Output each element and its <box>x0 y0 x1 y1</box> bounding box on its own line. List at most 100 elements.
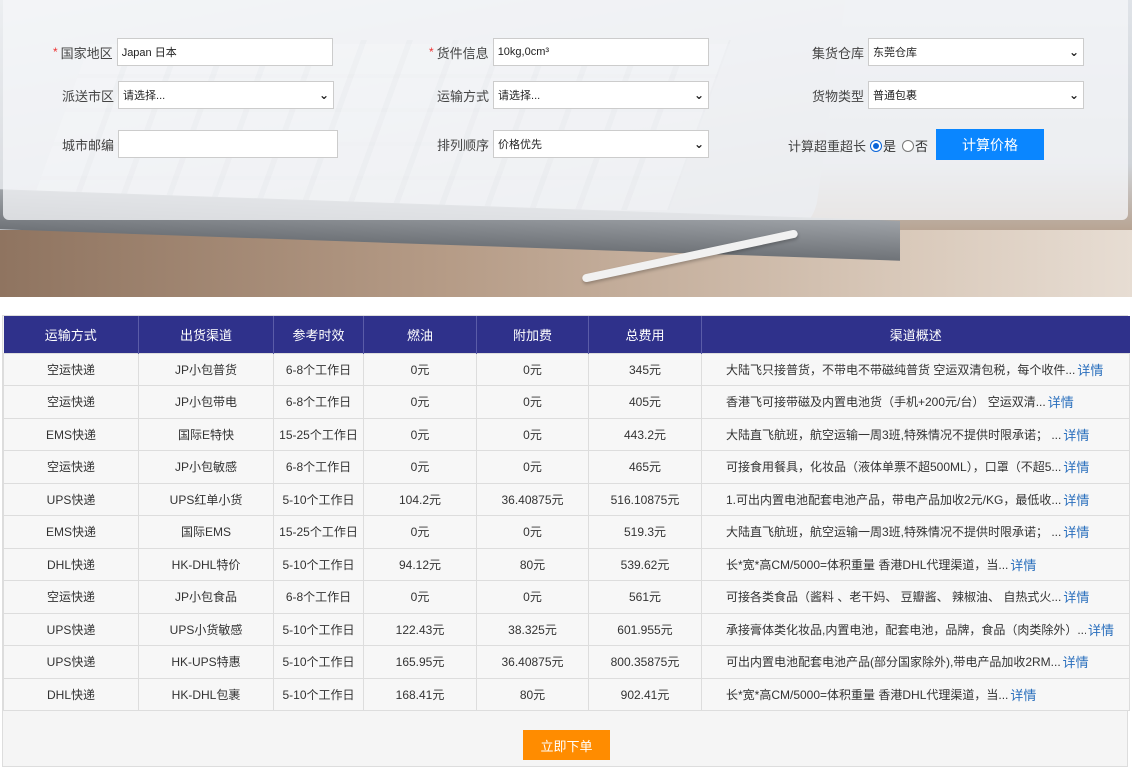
total-cell: 443.2元 <box>588 417 702 451</box>
total-cell: 902.41元 <box>588 677 702 711</box>
sort-value: 价格优先 <box>498 139 543 151</box>
cargo-field: * 货件信息 10kg,0cm³ <box>429 38 709 66</box>
channel-cell: HK-UPS特惠 <box>138 645 274 679</box>
fuel-cell: 122.43元 <box>363 612 477 646</box>
channel-cell: HK-DHL特价 <box>138 547 274 581</box>
transport-cell: 空运快递 <box>3 385 139 419</box>
details-link[interactable]: 详情 <box>1010 688 1036 703</box>
channel-description-cell: 香港飞可接带磁及内置电池货（手机+200元/台） 空运双清... 详情 <box>701 385 1130 419</box>
table-body: 空运快递 JP小包普货 6-8个工作日 0元 0元 345元 大陆飞只接普货，不带电不带磁纯… <box>3 352 1130 711</box>
channel-description-text: 可接各类食品（酱料 、老干妈、 豆瓣酱、 辣椒油、 自热式火... <box>726 590 1062 605</box>
channel-description-text: 香港飞可接带磁及内置电池货（手机+200元/台） 空运双清... <box>726 395 1046 410</box>
channel-description-cell: 长*宽*高CM/5000=体积重量 香港DHL代理渠道，当... 详情 <box>701 547 1130 581</box>
warehouse-select[interactable]: 东莞仓库 ⌄ <box>868 38 1085 66</box>
city-select[interactable]: 请选择... ⌄ <box>118 81 335 109</box>
channel-description-cell: 承接膏体类化妆品,内置电池，配套电池，品牌，食品（肉类除外）...详情 <box>701 612 1130 646</box>
details-link[interactable]: 详情 <box>1010 558 1036 573</box>
fuel-cell: 0元 <box>363 515 477 549</box>
country-input[interactable]: Japan 日本 <box>116 38 333 66</box>
transport-cell: DHL快递 <box>3 547 139 581</box>
oversize-no-radio[interactable]: 否 <box>902 136 928 155</box>
table-row: EMS快递 国际E特快 15-25个工作日 0元 0元 443.2元 大陆直飞航班，航空运输… <box>3 417 1130 451</box>
total-cell: 519.3元 <box>588 515 702 549</box>
details-link[interactable]: 详情 <box>1063 525 1089 540</box>
fuel-cell: 0元 <box>363 450 477 484</box>
channel-cell: JP小包敏感 <box>138 450 274 484</box>
channel-description-cell: 可接食用餐具，化妆品（液体单票不超500ML），口罩（不超5... 详情 <box>701 450 1130 484</box>
sort-field: 排列顺序 价格优先 ⌄ <box>437 130 710 158</box>
column-header: 附加费 <box>476 316 589 353</box>
city-value: 请选择... <box>123 90 166 102</box>
results-table-wrapper: 运输方式 出货渠道 参考时效 燃油 附加费 总费用 渠道概述 空运快递 JP小包普… <box>2 315 1130 767</box>
transport-value: 请选择... <box>498 90 541 102</box>
fuel-cell: 165.95元 <box>363 645 477 679</box>
transit-time-cell: 5-10个工作日 <box>273 547 364 581</box>
chevron-down-icon: ⌄ <box>693 88 705 102</box>
sort-select[interactable]: 价格优先 ⌄ <box>493 130 710 158</box>
fuel-cell: 0元 <box>363 580 477 614</box>
yes-label: 是 <box>883 139 897 154</box>
no-label: 否 <box>915 139 929 154</box>
calculate-price-button[interactable]: 计算价格 <box>936 129 1044 160</box>
chevron-down-icon: ⌄ <box>693 137 705 151</box>
column-header: 燃油 <box>363 316 477 353</box>
column-header: 渠道概述 <box>701 316 1130 353</box>
details-link[interactable]: 详情 <box>1063 655 1089 670</box>
transit-time-cell: 15-25个工作日 <box>273 515 364 549</box>
transit-time-cell: 6-8个工作日 <box>273 352 364 386</box>
cargo-input[interactable]: 10kg,0cm³ <box>492 38 709 66</box>
goods-select[interactable]: 普通包裹 ⌄ <box>868 81 1085 109</box>
transport-cell: 空运快递 <box>3 580 139 614</box>
surcharge-cell: 0元 <box>476 580 589 614</box>
channel-description-text: 长*宽*高CM/5000=体积重量 香港DHL代理渠道，当... <box>726 557 1009 572</box>
channel-description-text: 承接膏体类化妆品,内置电池，配套电池，品牌，食品（肉类除外）... <box>726 622 1086 637</box>
sort-label: 排列顺序 <box>437 137 490 153</box>
channel-description-text: 大陆直飞航班，航空运输一周3班,特殊情况不提供时限承诺； ... <box>726 525 1062 540</box>
fuel-cell: 168.41元 <box>363 677 477 711</box>
fuel-cell: 94.12元 <box>363 547 477 581</box>
transport-cell: UPS快递 <box>3 612 139 646</box>
goods-value: 普通包裹 <box>873 90 918 102</box>
transport-cell: DHL快递 <box>3 677 139 711</box>
transit-time-cell: 6-8个工作日 <box>273 580 364 614</box>
cargo-label: 货件信息 <box>436 45 489 61</box>
surcharge-cell: 38.325元 <box>476 612 589 646</box>
table-header-row: 运输方式 出货渠道 参考时效 燃油 附加费 总费用 渠道概述 <box>3 316 1130 353</box>
details-link[interactable]: 详情 <box>1063 493 1089 508</box>
channel-description-text: 1.可出内置电池配套电池产品，带电产品加收2元/KG，最低收... <box>726 492 1062 507</box>
channel-description-cell: 可接各类食品（酱料 、老干妈、 豆瓣酱、 辣椒油、 自热式火... 详情 <box>701 580 1130 614</box>
channel-description-text: 可出内置电池配套电池产品(部分国家除外),带电产品加收2RM... <box>726 655 1061 670</box>
transport-select[interactable]: 请选择... ⌄ <box>493 81 710 109</box>
results-table: 运输方式 出货渠道 参考时效 燃油 附加费 总费用 渠道概述 空运快递 JP小包普… <box>3 316 1130 711</box>
total-cell: 345元 <box>588 352 702 386</box>
transport-cell: UPS快递 <box>3 645 139 679</box>
channel-cell: UPS红单小货 <box>138 482 274 516</box>
required-mark: * <box>429 45 434 59</box>
goods-label: 货物类型 <box>812 88 865 104</box>
table-row: EMS快递 国际EMS 15-25个工作日 0元 0元 519.3元 大陆直飞航班，航空运输… <box>3 515 1130 549</box>
transport-cell: UPS快递 <box>3 482 139 516</box>
surcharge-cell: 80元 <box>476 547 589 581</box>
details-link[interactable]: 详情 <box>1063 590 1089 605</box>
fuel-cell: 0元 <box>363 417 477 451</box>
oversize-yes-radio[interactable]: 是 <box>870 136 896 155</box>
place-order-button[interactable]: 立即下单 <box>523 730 610 760</box>
channel-description-cell: 可出内置电池配套电池产品(部分国家除外),带电产品加收2RM... 详情 <box>701 645 1130 679</box>
details-link[interactable]: 详情 <box>1077 363 1103 378</box>
transit-time-cell: 5-10个工作日 <box>273 645 364 679</box>
transit-time-cell: 5-10个工作日 <box>273 612 364 646</box>
table-row: 空运快递 JP小包敏感 6-8个工作日 0元 0元 465元 可接食用餐具，化妆品（液体单票… <box>3 450 1130 484</box>
column-header: 参考时效 <box>273 316 364 353</box>
city-label: 派送市区 <box>62 88 115 104</box>
zip-input[interactable] <box>118 130 339 158</box>
details-link[interactable]: 详情 <box>1048 395 1074 410</box>
transport-cell: EMS快递 <box>3 417 139 451</box>
details-link[interactable]: 详情 <box>1063 460 1089 475</box>
details-link[interactable]: 详情 <box>1088 623 1114 638</box>
zip-label: 城市邮编 <box>62 137 115 153</box>
total-cell: 465元 <box>588 450 702 484</box>
transport-cell: 空运快递 <box>3 450 139 484</box>
channel-cell: UPS小货敏感 <box>138 612 274 646</box>
channel-description-cell: 大陆直飞航班，航空运输一周3班,特殊情况不提供时限承诺； ... 详情 <box>701 515 1130 549</box>
details-link[interactable]: 详情 <box>1063 428 1089 443</box>
